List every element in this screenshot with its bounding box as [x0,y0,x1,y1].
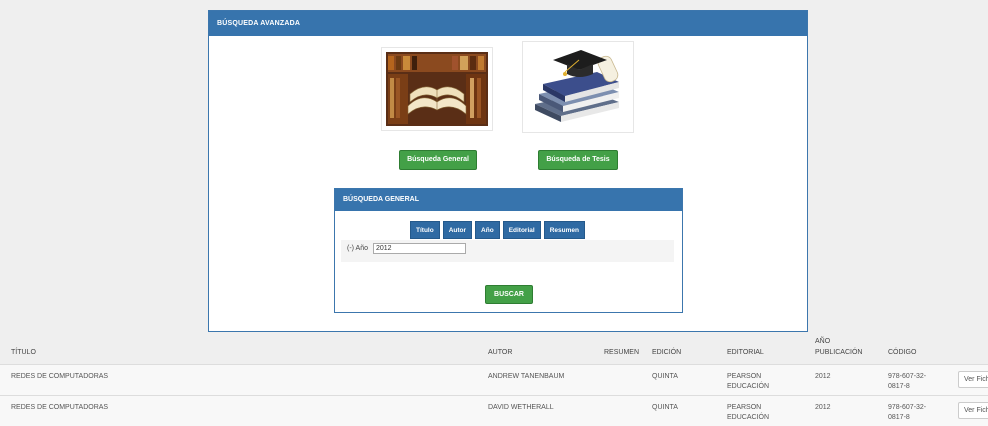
cell-codigo-1: 978-607-32- [888,404,927,411]
tab-resumen[interactable]: Resumen [543,221,585,239]
cell-autor: DAVID WETHERALL [488,404,554,411]
header-titulo: TÍTULO [11,349,36,356]
year-input[interactable]: 2012 [373,243,466,254]
cell-titulo: REDES DE COMPUTADORAS [11,373,109,380]
tab-titulo[interactable]: Título [410,221,440,239]
year-filter-label[interactable]: (-) Año [347,245,368,252]
general-search-button[interactable]: Búsqueda General [399,150,477,170]
cell-anio: 2012 [815,404,831,411]
cell-editorial-1: PEARSON [727,373,762,380]
general-search-panel: BÚSQUEDA GENERAL Título Autor Año Editor… [334,188,683,313]
year-filter-row: (-) Año 2012 [341,240,674,262]
tab-anio[interactable]: Año [475,221,500,239]
header-publicacion: PUBLICACIÓN [815,349,863,356]
ver-ficha-button[interactable]: Ver Ficha [958,402,988,419]
graduation-cap-icon [535,50,619,122]
header-autor: AUTOR [488,349,513,356]
tab-autor[interactable]: Autor [442,221,473,239]
header-editorial: EDITORIAL [727,349,764,356]
header-codigo: CÓDIGO [888,349,917,356]
table-row: REDES DE COMPUTADORAS DAVID WETHERALL QU… [0,396,988,426]
general-search-title: BÚSQUEDA GENERAL [335,189,682,211]
advanced-search-panel: BÚSQUEDA AVANZADA Búsqueda General Búsqu… [208,10,808,332]
ver-ficha-button[interactable]: Ver Ficha [958,371,988,388]
filter-tabs: Título Autor Año Editorial Resumen [410,221,585,239]
cell-editorial-2: EDUCACIÓN [727,383,770,390]
header-edicion: EDICIÓN [652,349,682,356]
cell-edicion: QUINTA [652,404,678,411]
cell-codigo-2: 0817-8 [888,383,910,390]
row-divider [0,395,988,396]
open-books-icon [386,52,488,126]
table-row: REDES DE COMPUTADORAS ANDREW TANENBAUM Q… [0,365,988,395]
cell-codigo-1: 978-607-32- [888,373,927,380]
books-image[interactable] [381,47,493,131]
cell-titulo: REDES DE COMPUTADORAS [11,404,109,411]
cell-codigo-2: 0817-8 [888,414,910,421]
header-anio: AÑO [815,338,831,345]
buscar-button[interactable]: BUSCAR [485,285,533,304]
cell-edicion: QUINTA [652,373,678,380]
graduation-image[interactable] [522,41,634,133]
cell-anio: 2012 [815,373,831,380]
tab-editorial[interactable]: Editorial [502,221,541,239]
advanced-search-title: BÚSQUEDA AVANZADA [209,11,807,36]
cell-autor: ANDREW TANENBAUM [488,373,565,380]
header-resumen: RESUMEN [604,349,640,356]
cell-editorial-1: PEARSON [727,404,762,411]
cell-editorial-2: EDUCACIÓN [727,414,770,421]
thesis-search-button[interactable]: Búsqueda de Tesis [538,150,618,170]
